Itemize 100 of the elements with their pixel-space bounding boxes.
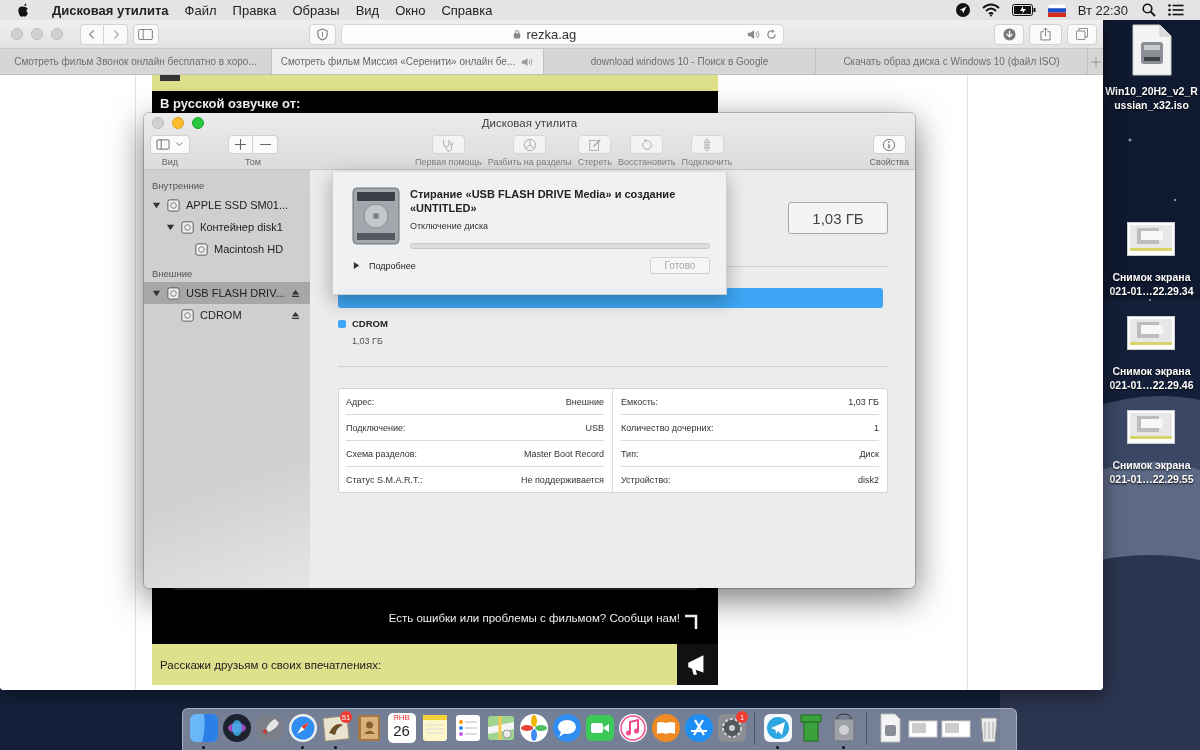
report-link[interactable]: Есть ошибки или проблемы с фильмом? Сообщи нам!	[388, 612, 680, 624]
music-note-icon[interactable]	[617, 713, 648, 743]
stamp-icon[interactable]	[320, 713, 351, 743]
app-menu[interactable]: Дисковая утилита	[44, 2, 177, 18]
thumbnail-icon[interactable]	[1127, 222, 1176, 256]
up-down-arrows-icon	[700, 137, 714, 152]
menu-item[interactable]: Файл	[176, 2, 225, 18]
disk-name: APPLE SSD SM01...	[186, 199, 290, 211]
search-icon[interactable]	[1142, 3, 1156, 17]
add-volume-button[interactable]	[228, 135, 253, 154]
calendar-day: 26	[393, 722, 410, 740]
thumbnail-icon[interactable]	[1127, 410, 1176, 444]
remove-volume-button[interactable]	[253, 135, 278, 154]
disk-name: Macintosh HD	[214, 243, 285, 255]
menu-item[interactable]: Правка	[224, 2, 285, 18]
video-camera-icon[interactable]	[584, 713, 615, 743]
eject-icon[interactable]	[291, 310, 300, 320]
disclosure-triangle[interactable]	[152, 200, 161, 210]
flower-icon[interactable]	[518, 713, 549, 743]
lock-icon	[513, 29, 522, 39]
menu-item[interactable]: Вид	[347, 2, 388, 18]
sidebar-item[interactable]: APPLE SSD SM01...	[144, 194, 310, 216]
calendar-icon[interactable]: ЯНВ 26	[387, 713, 416, 743]
share-button[interactable]	[1029, 23, 1062, 45]
orb-icon[interactable]	[221, 713, 252, 743]
speech-bubble-icon[interactable]	[551, 713, 582, 743]
browser-tab[interactable]: Скачать образ диска с Windows 10 (файл ISO)	[816, 49, 1088, 74]
chevron-left-icon	[88, 28, 96, 40]
tabs-button[interactable]	[1066, 23, 1097, 45]
sheet-title: Стирание «USB FLASH DRIVE Media» и создание «UNTITLED»	[410, 187, 677, 215]
sidebar-icon	[138, 28, 154, 40]
disclosure-triangle[interactable]	[166, 222, 175, 232]
menu-item[interactable]: Образы	[284, 2, 348, 18]
file-name[interactable]: Снимок экрана 021-01…22.29.34	[1109, 270, 1194, 298]
clock[interactable]: Вт 22:30	[1071, 2, 1136, 18]
shield-icon	[316, 27, 328, 41]
info-value: 1,03 ГБ	[848, 396, 879, 407]
zoom-button[interactable]	[192, 117, 204, 129]
info-button[interactable]	[872, 135, 906, 154]
flag-icon[interactable]	[1047, 3, 1066, 17]
section-heading: В русской озвучке от:	[159, 95, 302, 113]
info-label: Емкость:	[621, 396, 659, 407]
sidebar-heading: Внешние	[151, 267, 194, 281]
shield-button[interactable]	[308, 23, 336, 45]
address-field[interactable]: rezka.ag	[340, 23, 784, 45]
document-icon[interactable]	[1131, 24, 1172, 76]
browser-tab[interactable]: Смотреть фильм Миссия «Серенити» онлайн бе...	[272, 49, 544, 74]
paper-plane-icon[interactable]	[762, 713, 793, 743]
url-text: rezka.ag	[526, 26, 577, 42]
map-icon[interactable]	[485, 713, 516, 743]
file-name[interactable]: Снимок экрана 021-01…22.29.55	[1109, 458, 1194, 486]
battery-icon[interactable]	[1011, 4, 1036, 16]
reload-icon[interactable]	[765, 28, 777, 40]
sidebar-button[interactable]	[133, 23, 159, 45]
sidebar-chevron-icon	[155, 138, 185, 151]
gear-icon[interactable]	[716, 713, 747, 743]
info-label: Адрес:	[346, 396, 375, 407]
sidebar-item[interactable]: Macintosh HD	[144, 238, 310, 260]
browser-tab[interactable]: download windows 10 - Поиск в Google	[544, 49, 816, 74]
sidebar-heading: Внутренние	[151, 179, 206, 193]
sidebar-item[interactable]: USB FLASH DRIV...	[144, 282, 310, 304]
capacity-box: 1,03 ГБ	[788, 202, 888, 234]
disk-name: Контейнер disk1	[200, 221, 284, 233]
speaker-icon[interactable]	[746, 28, 761, 40]
share-icon	[1039, 27, 1051, 41]
info-value: 1	[874, 422, 879, 433]
disclosure-triangle[interactable]	[152, 288, 161, 298]
partition-name: CDROM	[352, 318, 388, 329]
disk-name: CDROM	[200, 309, 243, 321]
compass-icon[interactable]	[287, 713, 318, 743]
details-toggle[interactable]: Подробнее	[369, 260, 416, 271]
apple-icon[interactable]	[17, 2, 30, 18]
stethoscope-icon	[441, 137, 456, 152]
open-book-icon[interactable]	[650, 713, 681, 743]
sidebar-item[interactable]: Контейнер disk1	[144, 216, 310, 238]
disclosure-triangle[interactable]	[352, 261, 361, 270]
thumbnail-icon[interactable]	[1127, 316, 1176, 350]
file-name[interactable]: Win10_20H2_v2_R ussian_x32.iso	[1105, 84, 1198, 112]
disk-name: USB FLASH DRIV...	[186, 287, 286, 299]
menu-item[interactable]: Справка	[433, 2, 501, 18]
location-icon[interactable]	[955, 3, 970, 17]
corner-icon	[684, 614, 698, 630]
file-name[interactable]: Снимок экрана 021-01…22.29.46	[1109, 364, 1194, 392]
menu-icon[interactable]	[1168, 4, 1184, 16]
share-prompt: Расскажи друзьям о своих впечатлениях:	[159, 658, 383, 671]
menu-item[interactable]: Окно	[387, 2, 434, 18]
wifi-icon[interactable]	[981, 3, 1000, 17]
toolbar-label: Подключить	[681, 157, 733, 167]
info-value: Диск	[859, 448, 879, 459]
eject-icon[interactable]	[291, 288, 300, 298]
download-button[interactable]	[993, 23, 1025, 45]
sidebar-item[interactable]: CDROM	[144, 304, 310, 326]
pencil-icon	[587, 137, 602, 152]
toolbar-label: Том	[245, 157, 261, 167]
view-button[interactable]	[150, 135, 190, 154]
calendar-month: ЯНВ	[393, 713, 410, 722]
megaphone-button[interactable]	[677, 644, 718, 685]
info-label: Устройство:	[621, 474, 671, 485]
speaker-icon[interactable]	[521, 56, 535, 67]
pie-chart-icon	[522, 137, 537, 152]
